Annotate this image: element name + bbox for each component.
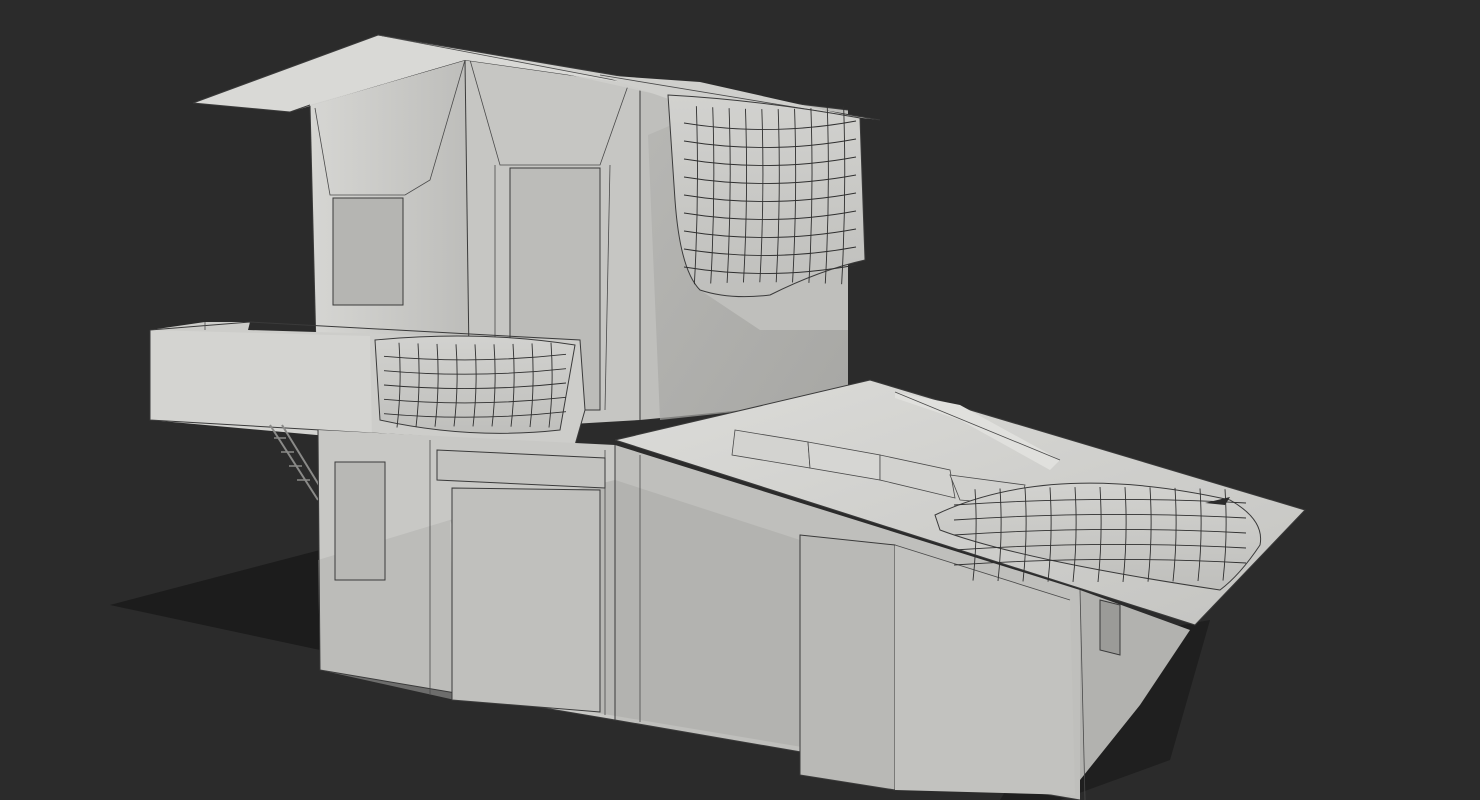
render-viewport: [0, 0, 1480, 800]
balcony: [149, 321, 586, 446]
ladder: [269, 424, 323, 501]
hanging-cloth-upper: [667, 94, 866, 298]
house-model-render: [110, 34, 1306, 800]
